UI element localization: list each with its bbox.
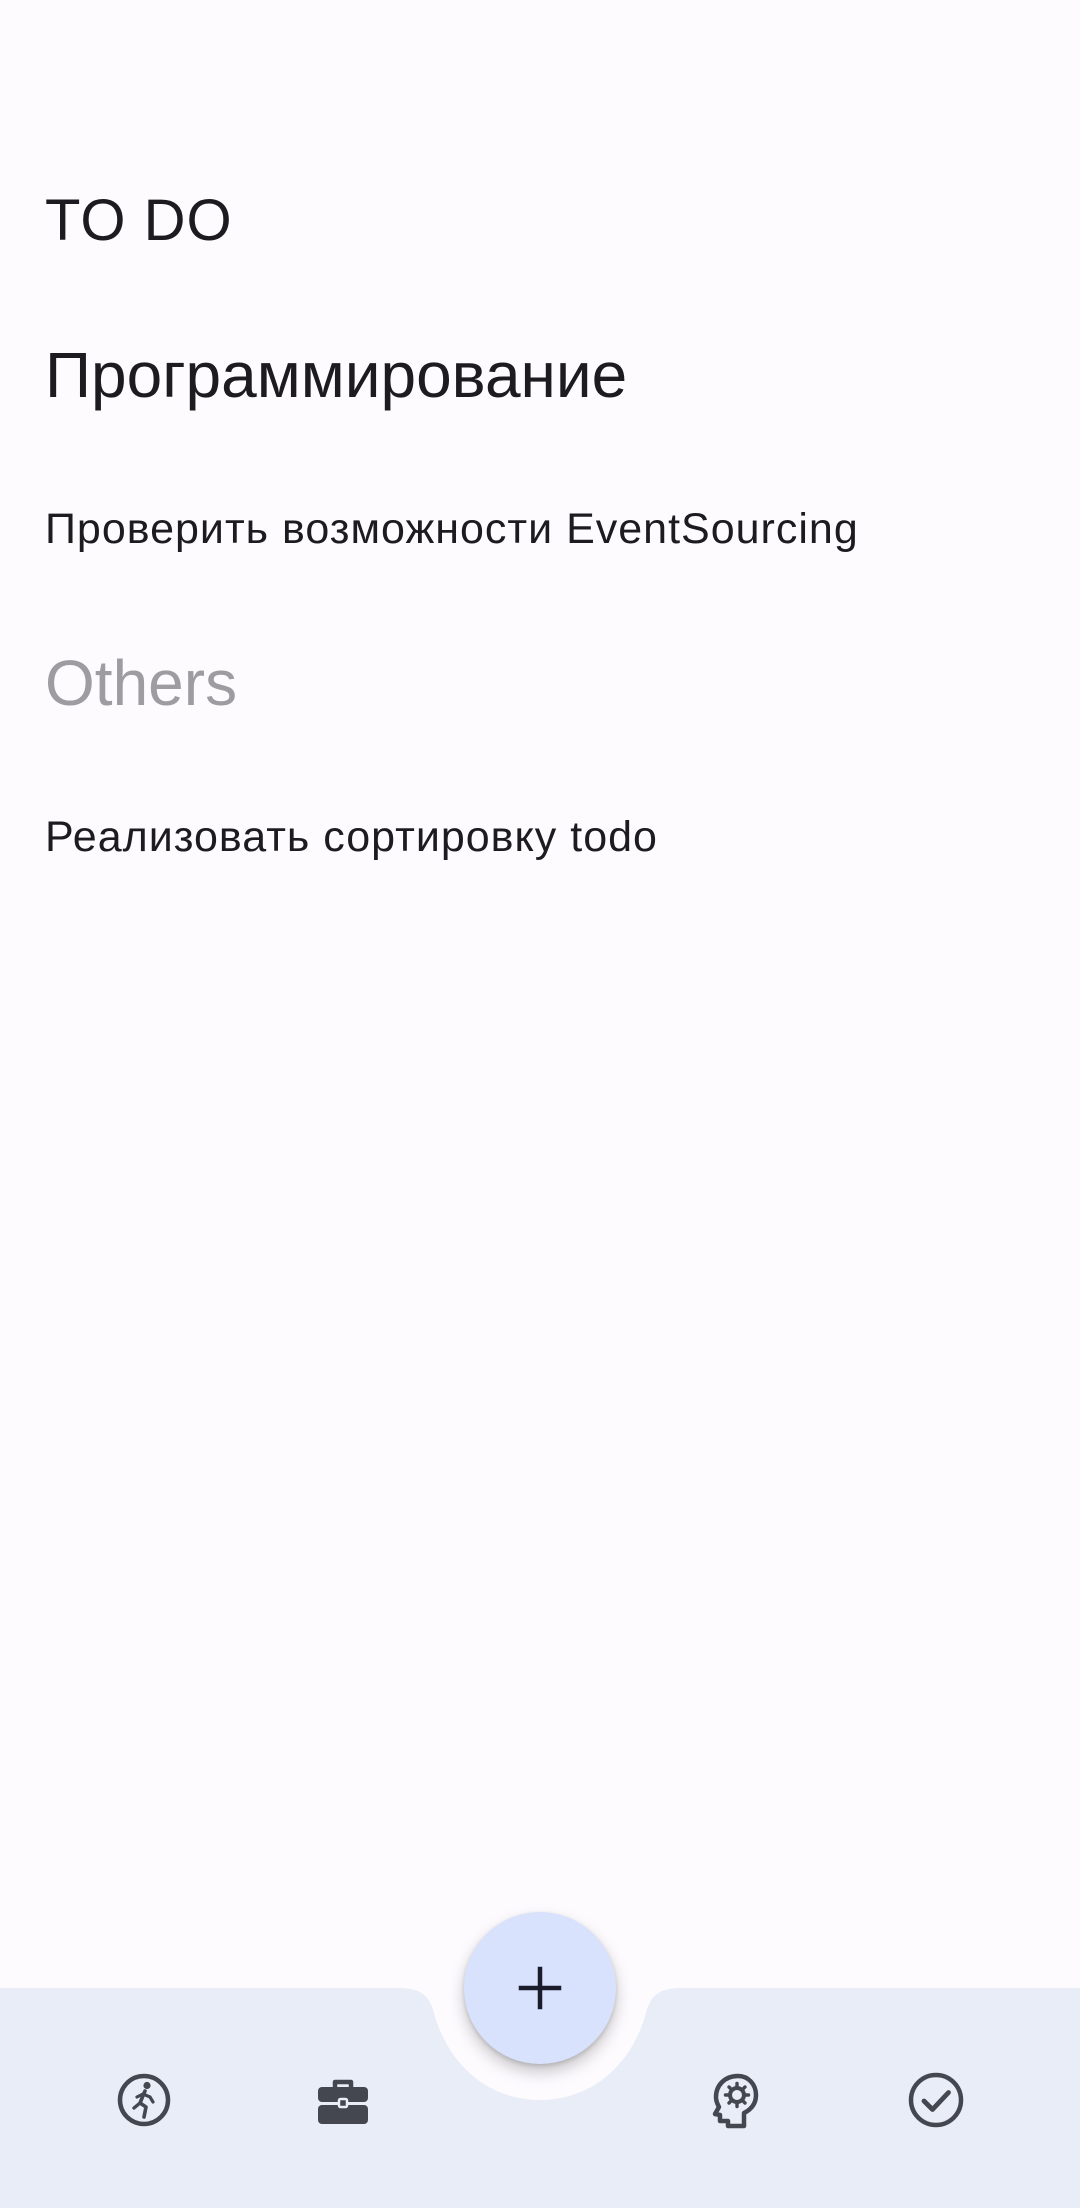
bottom-navigation-bar <box>0 1912 1080 2208</box>
add-todo-button[interactable] <box>464 1912 616 2064</box>
check-circle-icon[interactable] <box>906 2070 966 2130</box>
todo-item[interactable]: Реализовать сортировку todo <box>45 810 658 864</box>
todo-item[interactable]: Проверить возможности EventSourcing <box>45 502 859 556</box>
plus-icon <box>518 1966 562 2010</box>
running-person-icon[interactable] <box>114 2070 174 2130</box>
page-title: TO DO <box>45 188 233 253</box>
group-title-programming: Программирование <box>45 339 628 411</box>
head-gear-icon[interactable] <box>706 2070 766 2130</box>
briefcase-icon[interactable] <box>313 2070 373 2130</box>
group-title-others: Others <box>45 647 238 719</box>
